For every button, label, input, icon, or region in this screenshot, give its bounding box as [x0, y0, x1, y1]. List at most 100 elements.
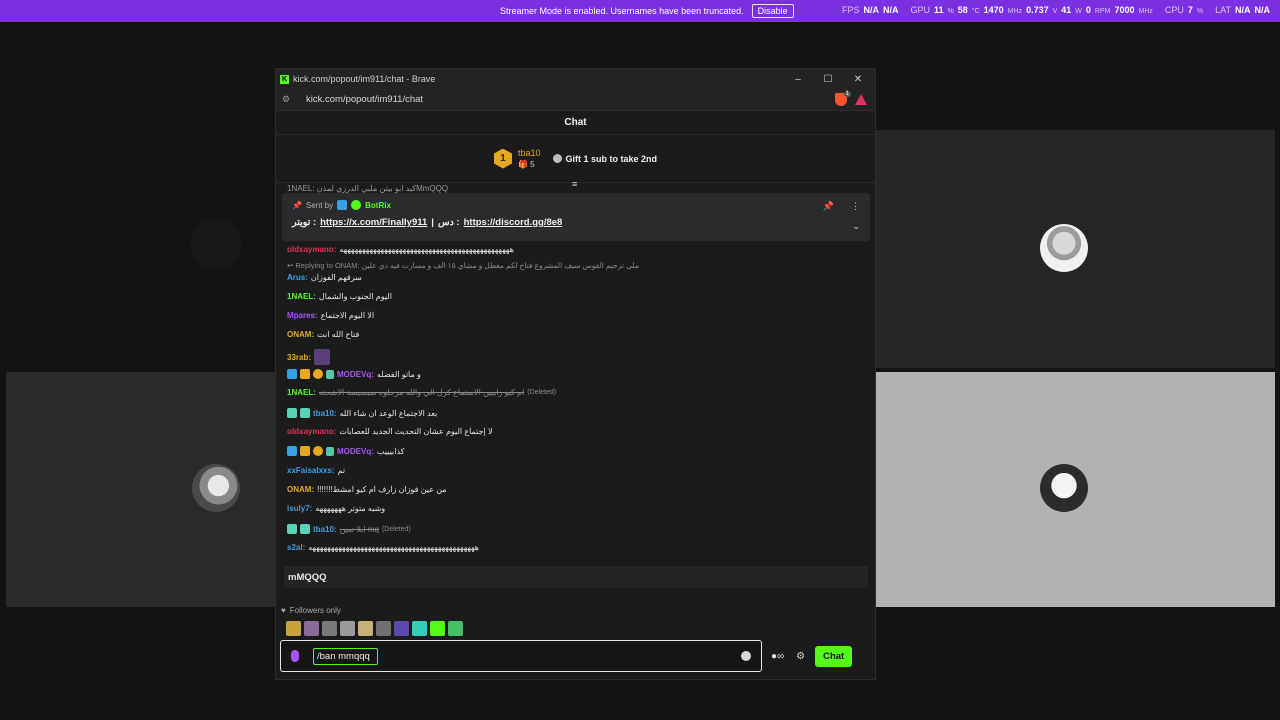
emoji-icon[interactable] — [741, 651, 751, 661]
participant-avatar — [192, 464, 240, 512]
user-badge-icon — [326, 446, 334, 456]
window-title: kick.com/popout/im911/chat - Brave — [293, 74, 436, 84]
kick-logo-icon: K — [280, 74, 289, 84]
chevron-down-icon[interactable]: ⌄ — [852, 221, 860, 232]
site-settings-icon[interactable]: ⚙ — [282, 94, 296, 105]
chat-message: oldxaymano: ههههههههههههههههههههههههههههه… — [287, 245, 514, 254]
pin-icon[interactable]: 📌 — [823, 201, 834, 212]
chat-text: بعد الاجتماع الوعد ان شاء الله — [339, 408, 438, 418]
rank-badge: 1 — [493, 148, 512, 169]
address-bar[interactable]: ⚙ kick.com/popout/im911/chat 1 — [276, 89, 875, 111]
minimize-icon[interactable]: – — [783, 72, 813, 86]
deleted-tag: (Deleted) — [527, 389, 557, 396]
reply-reference[interactable]: ↩ Replying to ONAM: ملي ترجيم القوس سيف … — [287, 261, 639, 270]
chat-input-box[interactable] — [280, 640, 762, 672]
user-badge-icon — [313, 369, 323, 379]
chat-username[interactable]: s2al: — [287, 543, 305, 552]
sent-by-label: Sent by — [305, 200, 334, 210]
chat-username[interactable]: isuly7: — [287, 504, 312, 513]
chat-username[interactable]: ONAM: — [287, 485, 314, 494]
video-tile-bottom-right — [876, 372, 1275, 607]
pinned-separator: | — [431, 217, 434, 228]
chat-message: Arus: سرقهم الفوزان — [287, 273, 362, 282]
chat-username[interactable]: 33rab: — [287, 353, 311, 362]
emote-button[interactable] — [304, 621, 319, 636]
metric-label: FPS — [841, 5, 860, 15]
settings-gear-icon[interactable]: ⚙ — [796, 651, 805, 662]
chat-message: tba10: بعد الاجتماع الوعد ان شاء الله — [287, 408, 437, 418]
chat-username[interactable]: 1NAEL: — [287, 292, 316, 301]
chat-message: Mpares: الا اليوم الاجتماع — [287, 311, 374, 320]
emote-button[interactable] — [376, 621, 391, 636]
metric-value: 41 — [1061, 5, 1072, 15]
emote-button[interactable] — [322, 621, 337, 636]
emote-button[interactable] — [430, 621, 445, 636]
metric-value: N/A — [863, 5, 880, 15]
chat-username[interactable]: MODEVq: — [337, 447, 374, 456]
chat-message: MODEVq: و ماتو الفضله — [287, 369, 421, 379]
followers-only-indicator: ♥ Followers only — [281, 606, 341, 615]
chat-username[interactable]: oldxaymano: — [287, 245, 336, 254]
emote-button[interactable] — [448, 621, 463, 636]
bot-name[interactable]: BotRix — [365, 201, 391, 210]
highlighted-message: mMQQQ — [284, 566, 868, 588]
pinned-label-x: تويتر : — [292, 217, 317, 228]
chat-message: oldxaymano: لا إجتماع اليوم عشان التحديث … — [287, 427, 493, 436]
metric-label: GPU — [910, 5, 931, 15]
gift-sub-button[interactable]: Gift 1 sub to take 2nd — [552, 154, 657, 164]
pin-small-icon: 📌 — [292, 200, 302, 210]
chat-message: 1NAEL: اليوم الجنوب والشمال — [287, 292, 392, 301]
chat-text: الا اليوم الاجتماع — [320, 311, 375, 320]
video-tile-top-right — [876, 130, 1275, 368]
title-bar: K kick.com/popout/im911/chat - Brave – ☐… — [276, 69, 875, 89]
user-badge-icon — [313, 446, 323, 456]
participant-avatar — [1040, 224, 1088, 272]
emote-button[interactable] — [340, 621, 355, 636]
chat-input[interactable] — [313, 647, 378, 665]
gift-icon — [552, 154, 562, 163]
emote-button[interactable] — [286, 621, 301, 636]
window-controls: – ☐ ✕ — [783, 72, 873, 86]
chat-username[interactable]: tba10: — [313, 409, 337, 418]
metric-label: LAT — [1215, 5, 1231, 15]
chat-text: لا إجتماع اليوم عشان التحديث الجديد للعص… — [339, 427, 493, 436]
chat-text: اليوم الجنوب والشمال — [318, 292, 392, 301]
chat-text: هههههههههههههههههههههههههههههههههههههههه… — [339, 245, 514, 254]
leader-user[interactable]: tba10 🎁 5 — [518, 148, 541, 170]
emote-button[interactable] — [412, 621, 427, 636]
chat-username[interactable]: tba10: — [313, 525, 337, 534]
chat-username[interactable]: ONAM: — [287, 330, 314, 339]
leader-gift-count: 🎁 5 — [517, 159, 535, 169]
url-text[interactable]: kick.com/popout/im911/chat — [306, 94, 423, 105]
maximize-icon[interactable]: ☐ — [813, 72, 843, 86]
chat-text: و ماتو الفضله — [376, 369, 421, 379]
pinned-link-discord[interactable]: https://discord.gg/8e8 — [464, 217, 563, 228]
metric-value: 7 — [1187, 5, 1193, 15]
send-chat-button[interactable]: Chat — [815, 646, 853, 667]
metric-unit: W — [1075, 8, 1082, 15]
microphone-icon[interactable] — [291, 650, 299, 662]
banner-text: Streamer Mode is enabled. Usernames have… — [500, 6, 744, 16]
close-icon[interactable]: ✕ — [843, 72, 873, 86]
chat-username[interactable]: 1NAEL: — [287, 388, 316, 397]
user-badge-icon — [287, 446, 297, 456]
chat-username[interactable]: xxFaisalxxs: — [287, 466, 335, 475]
user-badge-icon — [287, 524, 297, 534]
channel-points-icon[interactable]: ●∞ — [771, 651, 784, 662]
metric-unit: MHz — [1007, 8, 1023, 15]
disable-streamer-mode-button[interactable]: Disable — [751, 4, 794, 18]
chat-username[interactable]: MODEVq: — [337, 370, 374, 379]
chat-username[interactable]: Arus: — [287, 273, 308, 282]
emote-button[interactable] — [394, 621, 409, 636]
pinned-link-x[interactable]: https://x.com/Finally911 — [320, 217, 427, 228]
metric-unit: % — [947, 8, 954, 15]
chat-username[interactable]: oldxaymano: — [287, 427, 336, 436]
brave-rewards-icon[interactable] — [855, 94, 867, 105]
metric-unit: % — [1196, 8, 1204, 15]
chat-username[interactable]: Mpares: — [287, 311, 318, 320]
more-options-icon[interactable]: ⋮ — [851, 201, 860, 212]
chat-message: tba10: ابلا تعين mq (Deleted) — [287, 524, 411, 534]
emote-button[interactable] — [358, 621, 373, 636]
user-badge-icon — [300, 524, 310, 534]
leader-name[interactable]: tba10 — [518, 148, 541, 159]
